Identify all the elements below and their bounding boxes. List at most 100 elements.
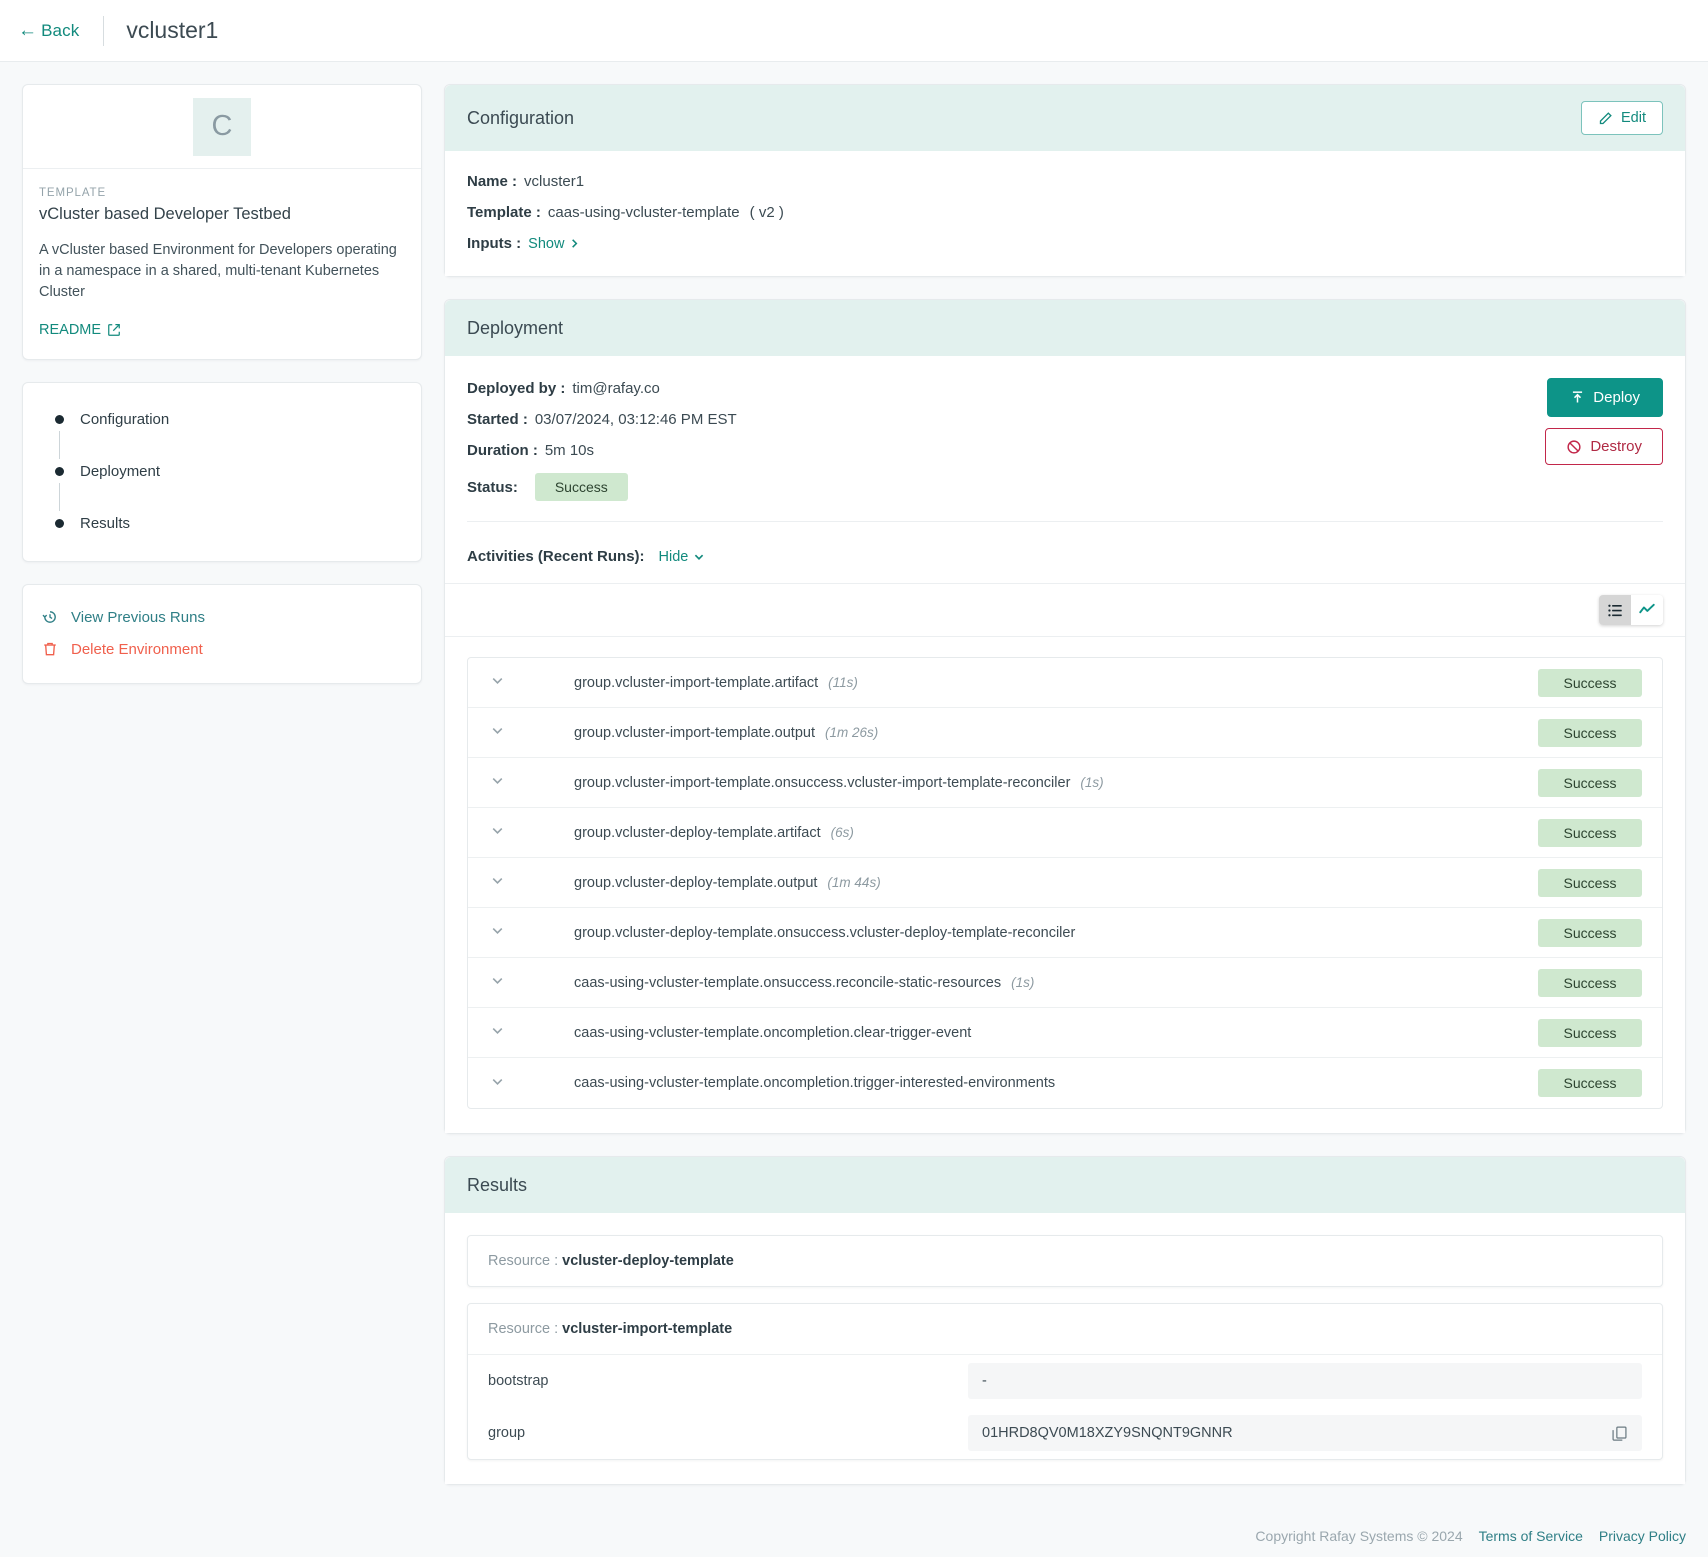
- arrow-left-icon: ←: [18, 20, 38, 41]
- chevron-down-icon[interactable]: [490, 723, 520, 742]
- activity-name: caas-using-vcluster-template.oncompletio…: [574, 1075, 1056, 1091]
- results-resource-container: Resource : vcluster-deploy-template Resou…: [467, 1235, 1663, 1460]
- config-template-value: caas-using-vcluster-template: [547, 204, 740, 221]
- activity-status-badge: Success: [1538, 768, 1642, 797]
- result-value: 01HRD8QV0M18XZY9SNQNT9GNNR: [982, 1425, 1233, 1441]
- deploy-button[interactable]: Deploy: [1547, 378, 1663, 417]
- sidebar-actions-card: View Previous Runs Delete Environment: [22, 584, 422, 685]
- chevron-down-icon[interactable]: [490, 823, 520, 842]
- deployed-by-value: tim@rafay.co: [572, 380, 660, 397]
- history-icon: [42, 611, 56, 623]
- result-key: group: [488, 1425, 526, 1441]
- top-bar: ← Back vcluster1: [0, 0, 1708, 62]
- configuration-panel: Configuration Edit Name : vcluster1 Temp…: [444, 84, 1686, 277]
- sidebar-item-deployment[interactable]: Deployment: [41, 459, 403, 483]
- activity-name: caas-using-vcluster-template.onsuccess.r…: [574, 974, 1002, 991]
- activities-label: Activities (Recent Runs):: [467, 548, 645, 565]
- template-card-body: TEMPLATE vCluster based Developer Testbe…: [23, 169, 421, 359]
- chevron-down-icon: [695, 554, 704, 560]
- result-resource-header: Resource : vcluster-import-template: [468, 1304, 1662, 1355]
- trash-icon: [44, 642, 56, 656]
- config-template-row: Template : caas-using-vcluster-template …: [467, 204, 1663, 221]
- activities-list: group.vcluster-import-template.artifact (…: [467, 657, 1663, 1109]
- activity-row[interactable]: caas-using-vcluster-template.onsuccess.r…: [468, 958, 1662, 1008]
- activity-row[interactable]: group.vcluster-import-template.output (1m…: [468, 708, 1662, 758]
- template-logo-area: C: [23, 85, 421, 169]
- activity-duration: (6s): [830, 825, 854, 840]
- main-content: Configuration Edit Name : vcluster1 Temp…: [444, 84, 1686, 1507]
- started-row: Started : 03/07/2024, 03:12:46 PM EST: [467, 411, 737, 428]
- chevron-down-icon[interactable]: [490, 673, 520, 692]
- resource-key: Resource :: [488, 1253, 559, 1269]
- activity-duration: (11s): [828, 675, 858, 690]
- pencil-icon: [1599, 111, 1612, 124]
- sidebar-item-results[interactable]: Results: [41, 511, 403, 535]
- result-key-value-row: group 01HRD8QV0M18XZY9SNQNT9GNNR: [468, 1407, 1662, 1459]
- inputs-show-link[interactable]: Show: [528, 236, 580, 252]
- config-template-version: ( v2 ): [749, 204, 784, 221]
- chart-view-button[interactable]: [1631, 595, 1663, 625]
- activity-row[interactable]: group.vcluster-import-template.artifact (…: [468, 658, 1662, 708]
- activity-row[interactable]: group.vcluster-deploy-template.onsuccess…: [468, 908, 1662, 958]
- template-kicker: TEMPLATE: [39, 187, 107, 199]
- chevron-down-icon[interactable]: [490, 923, 520, 942]
- config-inputs-key: Inputs :: [467, 235, 522, 252]
- results-title: Results: [467, 1174, 528, 1195]
- activity-status-badge: Success: [1538, 1069, 1642, 1097]
- readme-label: README: [39, 322, 102, 339]
- configuration-title: Configuration: [467, 107, 575, 128]
- sidebar-item-label: Configuration: [80, 410, 170, 428]
- activity-name: group.vcluster-deploy-template.artifact: [574, 824, 821, 841]
- activity-row[interactable]: group.vcluster-deploy-template.artifact (…: [468, 808, 1662, 858]
- list-view-icon: [1607, 604, 1622, 616]
- readme-link[interactable]: README: [39, 322, 121, 338]
- sidebar-item-label: Deployment: [80, 462, 161, 480]
- template-description: A vCluster based Environment for Develop…: [39, 242, 397, 301]
- result-key: bootstrap: [488, 1373, 549, 1389]
- activity-status-badge: Success: [1538, 668, 1642, 697]
- content-area: C TEMPLATE vCluster based Developer Test…: [0, 62, 1708, 1507]
- chevron-down-icon[interactable]: [490, 773, 520, 792]
- activity-row[interactable]: caas-using-vcluster-template.oncompletio…: [468, 1058, 1662, 1108]
- inputs-show-label: Show: [528, 235, 565, 252]
- privacy-policy-link[interactable]: Privacy Policy: [1599, 1528, 1686, 1544]
- config-name-row: Name : vcluster1: [467, 173, 1663, 190]
- configuration-panel-body: Name : vcluster1 Template : caas-using-v…: [445, 151, 1685, 276]
- copy-button[interactable]: [1611, 1425, 1628, 1442]
- activity-row[interactable]: group.vcluster-deploy-template.output (1m…: [468, 858, 1662, 908]
- destroy-button[interactable]: Destroy: [1545, 428, 1663, 465]
- activity-duration: (1m 26s): [824, 725, 879, 740]
- deployment-title: Deployment: [467, 317, 564, 338]
- deployed-by-key: Deployed by :: [467, 380, 566, 397]
- sidebar: C TEMPLATE vCluster based Developer Test…: [22, 84, 422, 685]
- upload-icon: [1573, 391, 1583, 403]
- step-dot-icon: [55, 466, 64, 476]
- list-view-button[interactable]: [1599, 595, 1631, 625]
- sidebar-item-configuration[interactable]: Configuration: [41, 407, 403, 431]
- activity-status-badge: Success: [1538, 718, 1642, 747]
- activity-row[interactable]: caas-using-vcluster-template.oncompletio…: [468, 1008, 1662, 1058]
- view-previous-runs-button[interactable]: View Previous Runs: [41, 601, 403, 633]
- activity-name: group.vcluster-import-template.artifact: [574, 674, 819, 691]
- terms-of-service-link[interactable]: Terms of Service: [1479, 1528, 1583, 1544]
- delete-environment-button[interactable]: Delete Environment: [41, 633, 403, 665]
- chevron-down-icon[interactable]: [490, 973, 520, 992]
- chevron-right-icon: [572, 239, 578, 248]
- resource-key: Resource :: [488, 1321, 559, 1337]
- activity-duration: (1s): [1011, 975, 1035, 990]
- chevron-down-icon[interactable]: [490, 873, 520, 892]
- edit-button[interactable]: Edit: [1581, 101, 1663, 135]
- activity-status-badge: Success: [1538, 1018, 1642, 1047]
- results-panel-header: Results: [445, 1157, 1685, 1213]
- activity-row[interactable]: group.vcluster-import-template.onsuccess…: [468, 758, 1662, 808]
- chevron-down-icon[interactable]: [490, 1074, 520, 1093]
- started-value: 03/07/2024, 03:12:46 PM EST: [534, 411, 737, 428]
- chart-view-icon: [1639, 603, 1655, 614]
- activity-name: group.vcluster-deploy-template.onsuccess…: [574, 924, 1076, 941]
- back-button[interactable]: ← Back: [18, 21, 79, 41]
- duration-row: Duration : 5m 10s: [467, 442, 737, 459]
- activities-hide-toggle[interactable]: Hide: [659, 549, 706, 565]
- result-value-box: 01HRD8QV0M18XZY9SNQNT9GNNR: [968, 1415, 1642, 1451]
- chevron-down-icon[interactable]: [490, 1023, 520, 1042]
- step-connector: [59, 431, 60, 460]
